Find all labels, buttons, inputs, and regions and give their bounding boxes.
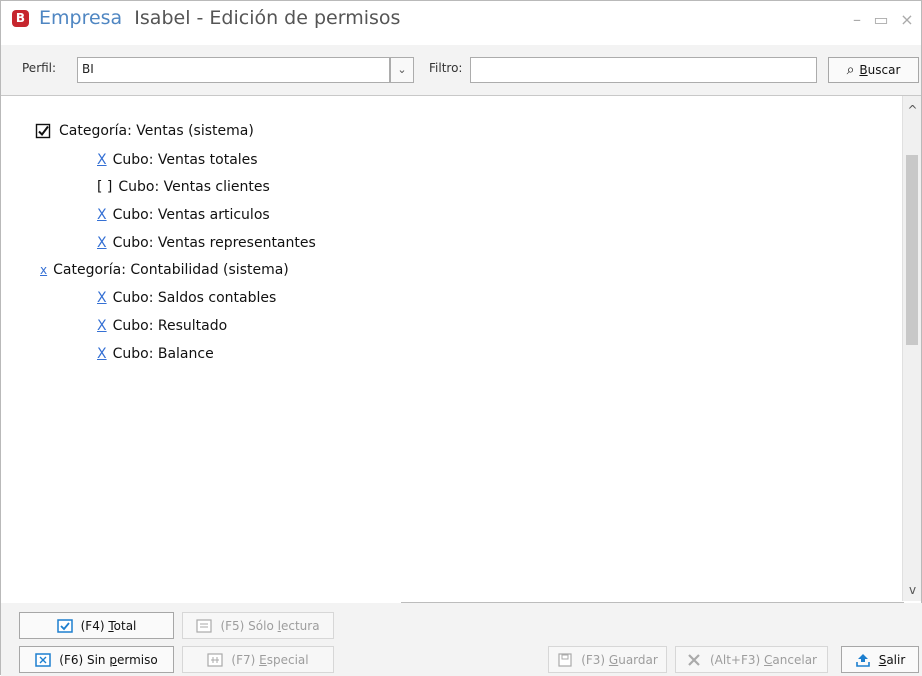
solo-lectura-button[interactable]: (F5) Sólo lectura [182, 612, 334, 639]
close-icon[interactable]: × [895, 9, 919, 31]
tree-category-ventas[interactable]: Categoría: Ventas (sistema) [35, 123, 254, 139]
no-permission-icon [35, 652, 52, 667]
permissions-tree: Categoría: Ventas (sistema) X Cubo: Venta… [1, 96, 904, 601]
tree-label: Cubo: Ventas totales [112, 152, 258, 168]
guardar-label: (F3) Guardar [581, 652, 658, 667]
title-rest: Isabel - Edición de permisos [134, 7, 401, 29]
vertical-scrollbar[interactable]: ^ v [902, 96, 921, 601]
tree-label: Cubo: Saldos contables [112, 290, 277, 306]
buscar-button[interactable]: ⌕ Buscar [828, 57, 919, 83]
sin-permiso-button[interactable]: (F6) Sin permiso [19, 646, 174, 673]
title-company: Empresa [39, 7, 123, 29]
permission-mark: X [97, 152, 107, 168]
scroll-down-icon[interactable]: v [903, 580, 922, 600]
tree-label: Categoría: Contabilidad (sistema) [53, 262, 289, 278]
exit-icon [855, 653, 870, 667]
solo-lectura-label: (F5) Sólo lectura [220, 618, 320, 633]
save-icon [558, 652, 572, 667]
tree-cube-row[interactable]: [ ] Cubo: Ventas clientes [97, 179, 270, 195]
cancelar-button[interactable]: (Alt+F3) Cancelar [675, 646, 828, 673]
tree-cube-row[interactable]: X Cubo: Resultado [97, 318, 227, 334]
scroll-up-icon[interactable]: ^ [903, 100, 922, 120]
search-icon: ⌕ [846, 62, 855, 78]
permission-mark: X [97, 346, 107, 362]
salir-button[interactable]: Salir [841, 646, 919, 673]
tree-label: Cubo: Ventas articulos [112, 207, 270, 223]
filtro-input[interactable] [470, 57, 817, 83]
total-button[interactable]: (F4) Total [19, 612, 174, 639]
perfil-select[interactable]: BI [77, 57, 390, 83]
permission-mark: X [97, 290, 107, 306]
checkbox-checked-icon[interactable] [35, 123, 51, 139]
tree-cube-row[interactable]: X Cubo: Balance [97, 346, 214, 362]
title-bar[interactable]: B Empresa Isabel - Edición de permisos –… [1, 1, 921, 41]
special-icon [207, 652, 224, 667]
tree-label: Cubo: Ventas representantes [112, 235, 316, 251]
chevron-down-icon[interactable]: ⌄ [390, 57, 414, 83]
buscar-label: Buscar [859, 63, 901, 77]
readonly-icon [196, 618, 213, 633]
checkbox-icon [56, 618, 73, 633]
permission-mark: X [97, 318, 107, 334]
sin-permiso-label: (F6) Sin permiso [59, 652, 158, 667]
permission-mark: [ ] [97, 179, 113, 195]
perfil-label: Perfil: [22, 61, 57, 75]
especial-label: (F7) Especial [231, 652, 309, 667]
filter-toolbar: Perfil: BI ⌄ Filtro: ⌕ Buscar [1, 45, 921, 96]
permission-mark: X [97, 235, 107, 251]
window-title: Empresa Isabel - Edición de permisos [39, 7, 400, 29]
tree-cube-row[interactable]: X Cubo: Ventas totales [97, 152, 258, 168]
tree-cube-row[interactable]: X Cubo: Saldos contables [97, 290, 276, 306]
permission-mark: X [97, 207, 107, 223]
permission-mark: x [40, 263, 48, 277]
cancel-icon [688, 653, 700, 666]
tree-label: Cubo: Balance [112, 346, 214, 362]
company-logo-icon: B [12, 10, 29, 27]
tree-cube-row[interactable]: X Cubo: Ventas representantes [97, 235, 316, 251]
permissions-window: B Empresa Isabel - Edición de permisos –… [0, 0, 922, 676]
tree-label: Cubo: Ventas clientes [118, 179, 270, 195]
total-label: (F4) Total [80, 618, 137, 633]
bottom-button-bar: (F4) Total (F5) Sólo lectura (F6) Sin pe… [1, 603, 922, 676]
tree-category-contabilidad[interactable]: x Categoría: Contabilidad (sistema) [40, 262, 289, 278]
tree-cube-row[interactable]: X Cubo: Ventas articulos [97, 207, 270, 223]
cancelar-label: (Alt+F3) Cancelar [710, 652, 817, 667]
filtro-label: Filtro: [429, 61, 463, 75]
guardar-button[interactable]: (F3) Guardar [548, 646, 667, 673]
especial-button[interactable]: (F7) Especial [182, 646, 334, 673]
tree-label: Categoría: Ventas (sistema) [59, 123, 254, 139]
scroll-thumb[interactable] [906, 155, 918, 345]
tree-label: Cubo: Resultado [112, 318, 228, 334]
minimize-icon[interactable]: – [845, 9, 869, 31]
salir-label: Salir [878, 652, 906, 667]
maximize-icon[interactable]: ▭ [869, 9, 893, 31]
